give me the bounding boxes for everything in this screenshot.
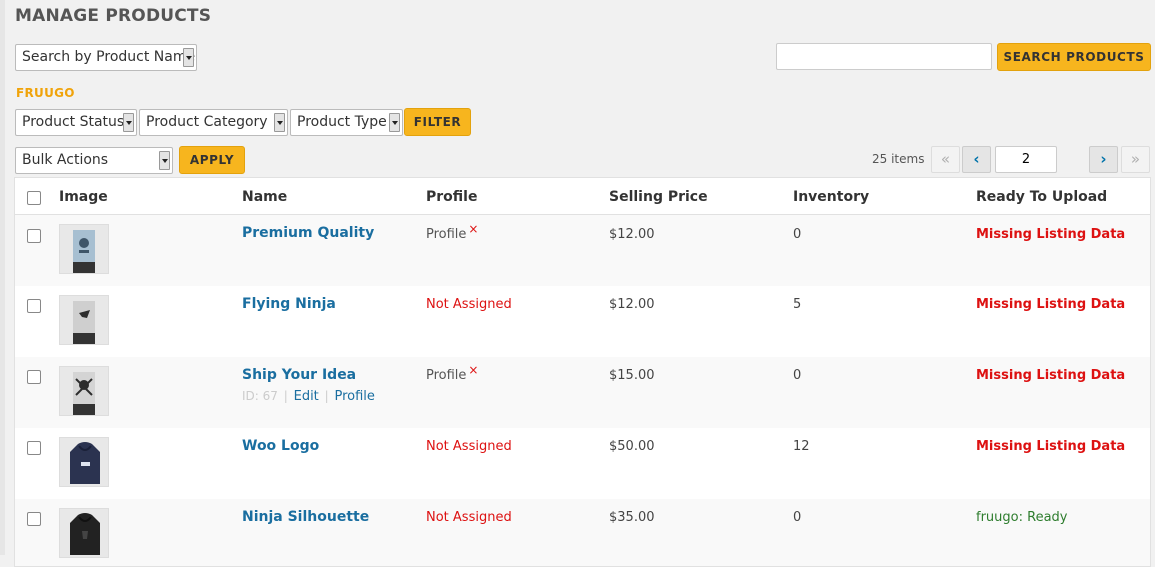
upload-status: Missing Listing Data xyxy=(976,297,1126,312)
product-name-link[interactable]: Woo Logo xyxy=(242,438,319,454)
column-header-selling-price: Selling Price xyxy=(609,189,708,205)
dropdown-caret-icon xyxy=(274,113,285,132)
marketplace-label: FRUUGO xyxy=(16,86,75,100)
bulk-actions-label: Bulk Actions xyxy=(22,152,109,168)
table-row: Woo Logo Not Assigned $50.00 12 Missing … xyxy=(15,428,1150,499)
column-header-profile: Profile xyxy=(426,189,478,205)
page-title: MANAGE PRODUCTS xyxy=(15,6,212,26)
inventory-count: 5 xyxy=(793,297,802,312)
remove-profile-icon[interactable]: × xyxy=(468,363,478,377)
row-checkbox[interactable] xyxy=(27,441,41,455)
filter-button[interactable]: FILTER xyxy=(404,108,471,136)
search-by-select[interactable]: Search by Product Name xyxy=(15,44,197,71)
last-page-button[interactable]: » xyxy=(1121,146,1150,173)
action-separator: | xyxy=(283,389,288,403)
products-table: Image Name Profile Selling Price Invento… xyxy=(14,177,1151,567)
upload-status: Missing Listing Data xyxy=(976,439,1126,454)
profile-name[interactable]: Profile xyxy=(426,227,466,242)
profile-value: Not Assigned xyxy=(426,297,512,312)
bulk-actions-select[interactable]: Bulk Actions xyxy=(15,147,173,174)
remove-profile-icon[interactable]: × xyxy=(468,222,478,236)
selling-price: $50.00 xyxy=(609,439,655,454)
apply-button[interactable]: APPLY xyxy=(179,146,245,174)
column-header-inventory: Inventory xyxy=(793,189,870,205)
table-header: Image Name Profile Selling Price Invento… xyxy=(15,178,1150,215)
poster-icon[interactable] xyxy=(59,224,109,274)
column-header-name[interactable]: Name xyxy=(242,189,287,205)
profile-name[interactable]: Profile xyxy=(426,368,466,383)
product-id: ID: 67 xyxy=(242,389,278,403)
hoodie-icon[interactable] xyxy=(59,508,109,558)
profile-value: Profile × xyxy=(426,222,478,242)
row-checkbox[interactable] xyxy=(27,299,41,313)
profile-value: Profile × xyxy=(426,363,478,383)
product-status-select[interactable]: Product Status xyxy=(15,109,137,136)
profile-value: Not Assigned xyxy=(426,439,512,454)
items-count: 25 items xyxy=(872,152,925,166)
selling-price: $12.00 xyxy=(609,227,655,242)
edit-link[interactable]: Edit xyxy=(294,389,319,404)
upload-status: Missing Listing Data xyxy=(976,368,1126,383)
search-input[interactable] xyxy=(776,43,992,70)
dropdown-caret-icon xyxy=(389,113,400,132)
product-status-label: Product Status xyxy=(22,114,125,130)
selling-price: $12.00 xyxy=(609,297,655,312)
next-page-button[interactable]: › xyxy=(1089,146,1118,173)
dropdown-caret-icon xyxy=(183,48,194,67)
table-row: Premium Quality Profile × $12.00 0 Missin… xyxy=(15,215,1150,286)
inventory-count: 0 xyxy=(793,227,802,242)
row-checkbox[interactable] xyxy=(27,229,41,243)
dropdown-caret-icon xyxy=(159,151,170,170)
first-page-button[interactable]: « xyxy=(931,146,960,173)
left-border-strip xyxy=(0,0,5,555)
row-checkbox[interactable] xyxy=(27,512,41,526)
table-row: Ship Your Idea ID: 67 | Edit | Profile P… xyxy=(15,357,1150,428)
table-row: Ninja Silhouette Not Assigned $35.00 0 f… xyxy=(15,499,1150,566)
product-type-label: Product Type xyxy=(297,114,387,130)
search-by-label: Search by Product Name xyxy=(22,49,196,65)
inventory-count: 0 xyxy=(793,368,802,383)
product-category-label: Product Category xyxy=(146,114,268,130)
inventory-count: 12 xyxy=(793,439,810,454)
prev-page-button[interactable]: ‹ xyxy=(962,146,991,173)
product-name-link[interactable]: Premium Quality xyxy=(242,225,374,241)
poster-icon[interactable] xyxy=(59,295,109,345)
product-category-select[interactable]: Product Category xyxy=(139,109,288,136)
selling-price: $15.00 xyxy=(609,368,655,383)
upload-status: fruugo: Ready xyxy=(976,510,1068,525)
product-type-select[interactable]: Product Type xyxy=(290,109,403,136)
profile-link[interactable]: Profile xyxy=(335,389,375,404)
search-products-button[interactable]: SEARCH PRODUCTS xyxy=(997,43,1151,71)
table-row: Flying Ninja Not Assigned $12.00 5 Missi… xyxy=(15,286,1150,357)
profile-value: Not Assigned xyxy=(426,510,512,525)
product-name-link[interactable]: Flying Ninja xyxy=(242,296,336,312)
product-name-link[interactable]: Ship Your Idea xyxy=(242,367,356,383)
row-actions: ID: 67 | Edit | Profile xyxy=(242,389,375,404)
select-all-checkbox[interactable] xyxy=(27,191,41,205)
dropdown-caret-icon xyxy=(123,113,134,132)
product-name-link[interactable]: Ninja Silhouette xyxy=(242,509,369,525)
current-page-input[interactable] xyxy=(995,146,1057,173)
poster-icon[interactable] xyxy=(59,366,109,416)
column-header-ready-to-upload: Ready To Upload xyxy=(976,189,1108,205)
selling-price: $35.00 xyxy=(609,510,655,525)
hoodie-icon[interactable] xyxy=(59,437,109,487)
row-checkbox[interactable] xyxy=(27,370,41,384)
column-header-image: Image xyxy=(59,189,108,205)
action-separator: | xyxy=(324,389,329,403)
inventory-count: 0 xyxy=(793,510,802,525)
upload-status: Missing Listing Data xyxy=(976,227,1126,242)
